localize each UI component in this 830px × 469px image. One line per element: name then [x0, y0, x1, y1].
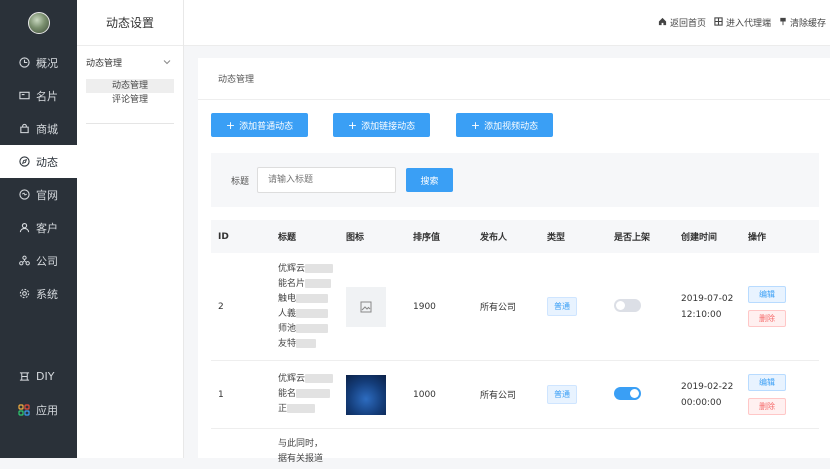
row-title: 优辉云 能名片 触电 人義 师池 友特 — [278, 262, 346, 352]
sidebar-item-customer[interactable]: 客户 — [0, 211, 77, 244]
avatar — [27, 12, 50, 34]
subitem-dynamic-manage[interactable]: 动态管理 — [86, 79, 174, 93]
agent-link-label: 进入代理端 — [725, 19, 771, 29]
sidebar-item-label: 客户 — [36, 221, 58, 235]
divider — [86, 123, 174, 124]
agent-link[interactable]: 进入代理端 — [714, 16, 771, 29]
col-sort: 排序值 — [413, 233, 441, 243]
org-icon — [18, 255, 30, 267]
sidebar-item-dynamic[interactable]: 动态 — [0, 145, 77, 178]
grid-icon — [714, 16, 723, 29]
gear-icon — [18, 288, 30, 300]
delete-button[interactable]: 删除 — [748, 310, 786, 327]
action-buttons: + 添加普通动态 + 添加链接动态 + 添加视频动态 — [211, 113, 553, 137]
diy-icon — [18, 371, 30, 383]
sidebar-item-label: 商城 — [36, 122, 58, 136]
top-header: 返回首页 进入代理端 清除缓存 — [184, 0, 830, 46]
image-placeholder-icon — [346, 286, 386, 327]
col-on-shelf: 是否上架 — [614, 233, 651, 243]
add-normal-button[interactable]: + 添加普通动态 — [211, 113, 308, 137]
card-icon — [18, 90, 30, 102]
row-id: 1 — [218, 389, 224, 400]
col-created-time: 创建时间 — [681, 233, 718, 243]
sidebar-item-label: 概况 — [36, 56, 58, 70]
sidebar-item-overview[interactable]: 概况 — [0, 46, 77, 79]
sidebar-item-card[interactable]: 名片 — [0, 79, 77, 112]
row-title: 优辉云 能名 正 — [278, 372, 346, 417]
sidebar-item-diy[interactable]: DIY — [0, 360, 77, 393]
subitem-comment-manage[interactable]: 评论管理 — [86, 93, 174, 107]
edit-button[interactable]: 编辑 — [748, 374, 786, 391]
bag-icon — [18, 123, 30, 135]
table-row: 1 优辉云 能名 正 1000 所有公司 普通 2019-02-22 00:00… — [211, 361, 819, 429]
breadcrumb: 动态管理 — [198, 58, 830, 100]
sidebar-item-label: 动态 — [36, 155, 58, 169]
filter-bar: 标题 搜索 — [211, 153, 819, 207]
col-type: 类型 — [547, 233, 566, 243]
plus-icon: + — [347, 118, 358, 132]
on-shelf-toggle[interactable] — [614, 386, 641, 400]
thumbnail-image — [346, 374, 386, 415]
plus-icon: + — [225, 118, 236, 132]
main-sidebar: 概况 名片 商城 动态 官网 客户 公司 系统 DIY 应用 — [0, 0, 77, 458]
logo[interactable] — [0, 0, 77, 46]
col-actions: 操作 — [748, 233, 767, 243]
user-icon — [18, 222, 30, 234]
col-publisher: 发布人 — [480, 233, 508, 243]
sidebar-item-mall[interactable]: 商城 — [0, 112, 77, 145]
clear-cache-label: 清除缓存 — [789, 19, 826, 29]
sidebar-item-label: 官网 — [36, 188, 58, 202]
sidebar-item-apps[interactable]: 应用 — [0, 393, 77, 426]
row-created-time: 2019-02-22 00:00:00 — [681, 381, 734, 408]
row-created-time: 2019-07-02 12:10:00 — [681, 293, 734, 320]
home-link[interactable]: 返回首页 — [658, 16, 706, 29]
col-title: 标题 — [278, 233, 297, 243]
row-publisher: 所有公司 — [480, 391, 517, 401]
col-id: ID — [218, 231, 229, 242]
sidebar-item-label: 公司 — [36, 254, 58, 268]
type-badge: 普通 — [547, 297, 577, 316]
dynamic-table: ID 标题 图标 排序值 发布人 类型 是否上架 创建时间 操作 2 优辉云 能… — [211, 220, 819, 469]
subgroup-header[interactable]: 动态管理 — [77, 46, 183, 69]
plus-icon: + — [470, 118, 481, 132]
table-header: ID 标题 图标 排序值 发布人 类型 是否上架 创建时间 操作 — [211, 220, 819, 253]
sub-sidebar: 动态设置 动态管理 动态管理 评论管理 — [77, 0, 184, 458]
row-sort: 1000 — [413, 389, 436, 400]
edit-button[interactable]: 编辑 — [748, 286, 786, 303]
apps-icon — [18, 403, 30, 416]
home-icon — [658, 17, 667, 29]
filter-label: 标题 — [231, 176, 250, 187]
row-publisher: 所有公司 — [480, 303, 517, 313]
clock-icon — [18, 57, 30, 69]
row-id: 2 — [218, 301, 224, 312]
type-badge: 普通 — [547, 385, 577, 404]
search-button[interactable]: 搜索 — [406, 168, 454, 192]
add-link-button[interactable]: + 添加链接动态 — [333, 113, 430, 137]
col-icon: 图标 — [346, 233, 365, 243]
globe-icon — [18, 189, 30, 201]
table-row: 与此同时， 据有关报道 — [211, 429, 819, 469]
compass-icon — [18, 156, 30, 168]
clear-cache-link[interactable]: 清除缓存 — [779, 16, 826, 29]
sidebar-item-system[interactable]: 系统 — [0, 277, 77, 310]
home-link-label: 返回首页 — [669, 19, 706, 29]
sidebar-item-company[interactable]: 公司 — [0, 244, 77, 277]
brush-icon — [779, 17, 787, 29]
sub-sidebar-title: 动态设置 — [77, 0, 183, 46]
sidebar-item-label: 名片 — [36, 89, 58, 103]
subgroup-label: 动态管理 — [86, 59, 123, 69]
main-panel: 动态管理 + 添加普通动态 + 添加链接动态 + 添加视频动态 标题 搜索 ID… — [198, 58, 830, 464]
delete-button[interactable]: 删除 — [748, 398, 786, 415]
add-video-button[interactable]: + 添加视频动态 — [456, 113, 553, 137]
sidebar-item-website[interactable]: 官网 — [0, 178, 77, 211]
sidebar-item-label: DIY — [36, 370, 55, 383]
on-shelf-toggle[interactable] — [614, 298, 641, 312]
table-row: 2 优辉云 能名片 触电 人義 师池 友特 1900 所有公司 普通 2019-… — [211, 253, 819, 361]
chevron-down-icon — [163, 58, 171, 68]
sidebar-item-label: 应用 — [36, 403, 58, 417]
sidebar-item-label: 系统 — [36, 287, 58, 301]
row-sort: 1900 — [413, 301, 436, 312]
title-search-input[interactable] — [257, 167, 397, 193]
row-title: 与此同时， 据有关报道 — [278, 439, 324, 464]
